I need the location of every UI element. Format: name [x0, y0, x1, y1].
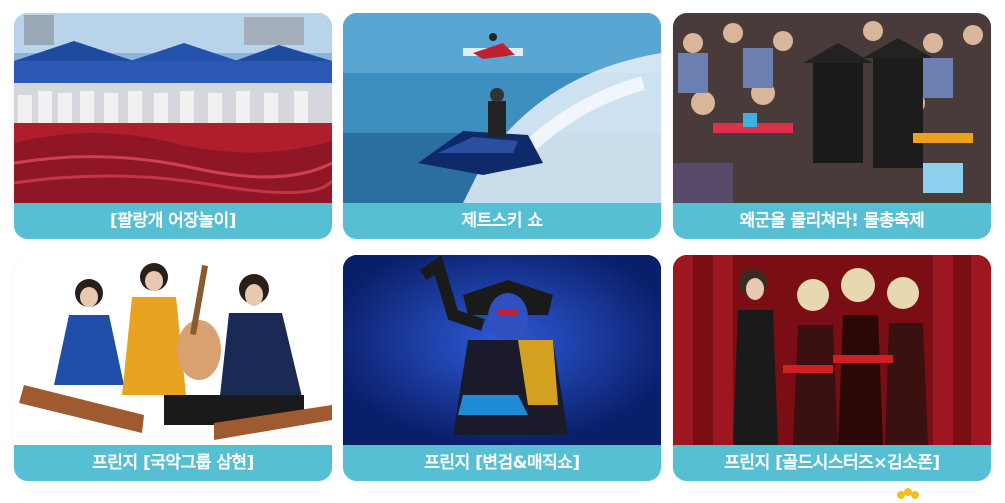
card-caption: 프린지 [변검&매직쇼] [343, 445, 661, 481]
gold-sisters-photo [673, 255, 991, 445]
card-caption: 제트스키 쇼 [343, 203, 661, 239]
water-gun-festival-photo [673, 13, 991, 203]
program-card-5[interactable]: 프린지 [변검&매직쇼] [343, 255, 661, 481]
card-caption: [팔랑개 어장놀이] [14, 203, 332, 239]
card-caption: 프린지 [골드시스터즈×김소폰] [673, 445, 991, 481]
card-caption: 왜군을 물리쳐라! 물총축제 [673, 203, 991, 239]
decorative-mark-icon [893, 484, 923, 499]
card-caption: 프린지 [국악그룹 삼현] [14, 445, 332, 481]
program-card-6[interactable]: 프린지 [골드시스터즈×김소폰] [673, 255, 991, 481]
gugak-group-photo [14, 255, 332, 445]
program-card-4[interactable]: 프린지 [국악그룹 삼현] [14, 255, 332, 481]
fishing-ground-festival-photo [14, 13, 332, 203]
program-card-2[interactable]: 제트스키 쇼 [343, 13, 661, 239]
face-changing-magic-show-photo [343, 255, 661, 445]
jet-ski-photo [343, 13, 661, 203]
program-card-1[interactable]: [팔랑개 어장놀이] [14, 13, 332, 239]
program-card-3[interactable]: 왜군을 물리쳐라! 물총축제 [673, 13, 991, 239]
